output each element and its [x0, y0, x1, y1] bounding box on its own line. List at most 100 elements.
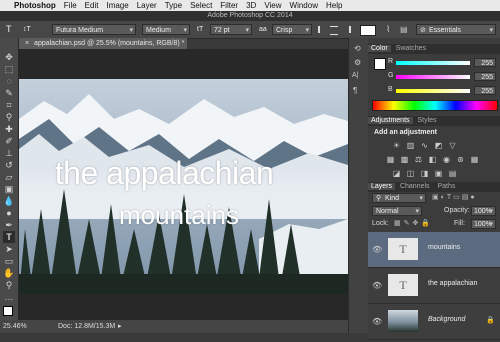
opacity-field[interactable]: 100% [471, 206, 496, 216]
text-color-swatch[interactable] [360, 25, 376, 36]
menu-window[interactable]: Window [290, 1, 318, 10]
tab-layers[interactable]: Layers [368, 183, 396, 190]
channel-r-value[interactable]: 255 [474, 58, 496, 67]
canvas-text-the-appalachian[interactable]: the appalachian [19, 155, 309, 192]
menu-type[interactable]: Type [165, 1, 182, 10]
bw-icon[interactable]: ◧ [428, 155, 437, 164]
crop-tool-icon[interactable]: ⌗ [3, 99, 15, 111]
tab-color[interactable]: Color [368, 45, 391, 52]
align-left-icon[interactable] [318, 26, 327, 33]
eraser-tool-icon[interactable]: ▱ [3, 171, 15, 183]
align-center-icon[interactable] [330, 26, 338, 35]
font-size-select[interactable]: 72 pt [210, 24, 252, 35]
move-tool-icon[interactable]: ✥ [3, 51, 15, 63]
visibility-eye-icon[interactable]: 👁 [372, 317, 382, 326]
channel-mixer-icon[interactable]: ⊛ [456, 155, 465, 164]
posterize-icon[interactable]: ◫ [406, 169, 415, 178]
fill-field[interactable]: 100% [471, 219, 496, 229]
font-family-select[interactable]: Futura Medium [52, 24, 136, 35]
layer-row-background[interactable]: 👁 Background 🔒 [368, 304, 500, 340]
menu-layer[interactable]: Layer [137, 1, 157, 10]
healing-brush-tool-icon[interactable]: ✚ [3, 123, 15, 135]
curves-icon[interactable]: ∿ [420, 141, 429, 150]
more-tools-icon[interactable]: … [3, 291, 15, 303]
visibility-eye-icon[interactable]: 👁 [372, 281, 382, 290]
channel-b-value[interactable]: 255 [474, 86, 496, 95]
text-orientation-icon[interactable]: ↕T [20, 24, 50, 35]
photo-filter-icon[interactable]: ◉ [442, 155, 451, 164]
canvas-image[interactable]: the appalachian mountains [19, 79, 348, 294]
brush-tool-icon[interactable]: ✐ [3, 135, 15, 147]
warp-text-icon[interactable]: ⌇ [386, 24, 396, 35]
hue-icon[interactable]: ▩ [400, 155, 409, 164]
pen-tool-icon[interactable]: ✒ [3, 219, 15, 231]
align-right-icon[interactable] [342, 26, 351, 33]
path-select-tool-icon[interactable]: ➤ [3, 243, 15, 255]
layer-row-mountains[interactable]: 👁 T mountains [368, 232, 500, 268]
gradient-icon[interactable]: ▽ [448, 141, 457, 150]
menu-image[interactable]: Image [106, 1, 128, 10]
tab-channels[interactable]: Channels [397, 183, 433, 190]
character-panel-icon-2[interactable]: A| [352, 72, 364, 82]
history-brush-tool-icon[interactable]: ↺ [3, 159, 15, 171]
quick-select-tool-icon[interactable]: ✎ [3, 87, 15, 99]
vibrance-icon[interactable]: ▦ [386, 155, 395, 164]
menu-edit[interactable]: Edit [85, 1, 99, 10]
channel-r-slider[interactable] [396, 61, 470, 65]
exposure-icon[interactable]: ◩ [434, 141, 443, 150]
font-style-select[interactable]: Medium [142, 24, 190, 35]
layer-row-the-appalachian[interactable]: 👁 T the appalachian [368, 268, 500, 304]
history-panel-icon[interactable]: ⟲ [354, 44, 364, 54]
channel-b-slider[interactable] [396, 89, 470, 93]
marquee-tool-icon[interactable]: ⬚ [3, 63, 15, 75]
tab-swatches[interactable]: Swatches [393, 45, 429, 52]
layer-filter-kind[interactable]: ⚲ Kind [372, 193, 426, 203]
type-tool-icon[interactable]: T [3, 231, 15, 243]
selective-color-icon[interactable]: ▣ [434, 169, 443, 178]
color-balance-icon[interactable]: ⚖ [414, 155, 423, 164]
tab-styles[interactable]: Styles [414, 117, 439, 124]
lookup-icon[interactable]: ▦ [470, 155, 479, 164]
threshold-icon[interactable]: ◨ [420, 169, 429, 178]
foreground-color-swatch[interactable] [3, 306, 13, 316]
tab-paths[interactable]: Paths [435, 183, 459, 190]
menu-select[interactable]: Select [190, 1, 212, 10]
zoom-tool-icon[interactable]: ⚲ [3, 279, 15, 291]
tool-preset-icon[interactable]: T [3, 24, 17, 35]
channel-g-value[interactable]: 255 [474, 72, 496, 81]
visibility-eye-icon[interactable]: 👁 [372, 245, 382, 254]
gradient-tool-icon[interactable]: ▣ [3, 183, 15, 195]
gradient-map-icon[interactable]: ▤ [448, 169, 457, 178]
lasso-tool-icon[interactable]: ◌ [3, 75, 15, 87]
clone-stamp-tool-icon[interactable]: ⊥ [3, 147, 15, 159]
dodge-tool-icon[interactable]: ● [3, 207, 15, 219]
document-close-button[interactable]: × [25, 40, 29, 47]
layer-filter-icons[interactable]: ▣◐T▭▤● [432, 193, 494, 203]
menu-photoshop[interactable]: Photoshop [14, 1, 56, 10]
properties-panel-icon[interactable]: ⚙ [354, 58, 364, 68]
lock-icons[interactable]: ▦✎✥🔒 [394, 219, 442, 228]
menu-file[interactable]: File [64, 1, 77, 10]
workspace-switcher[interactable]: ⊘ Essentials [416, 24, 496, 35]
hand-tool-icon[interactable]: ✋ [3, 267, 15, 279]
character-panel-icon[interactable]: ▤ [400, 24, 410, 35]
color-foreground-swatch[interactable] [374, 58, 386, 70]
channel-g-slider[interactable] [396, 75, 470, 79]
levels-icon[interactable]: ▥ [406, 141, 415, 150]
eyedropper-tool-icon[interactable]: ⚲ [3, 111, 15, 123]
invert-icon[interactable]: ◪ [392, 169, 401, 178]
menu-view[interactable]: View [264, 1, 281, 10]
menu-help[interactable]: Help [326, 1, 342, 10]
menu-3d[interactable]: 3D [246, 1, 256, 10]
zoom-level[interactable]: 25.46% [3, 320, 27, 333]
paragraph-panel-icon[interactable]: ¶ [353, 86, 363, 96]
status-menu-arrow-icon[interactable]: ▸ [118, 320, 122, 333]
document-tab[interactable]: × appalachian.psd @ 25.5% (mountains, RG… [19, 38, 187, 49]
brightness-icon[interactable]: ☀ [392, 141, 401, 150]
menu-filter[interactable]: Filter [220, 1, 238, 10]
shape-tool-icon[interactable]: ▭ [3, 255, 15, 267]
color-spectrum-ramp[interactable] [372, 100, 498, 111]
blend-mode-select[interactable]: Normal [372, 206, 422, 216]
blur-tool-icon[interactable]: 💧 [3, 195, 15, 207]
tab-adjustments[interactable]: Adjustments [368, 117, 413, 124]
